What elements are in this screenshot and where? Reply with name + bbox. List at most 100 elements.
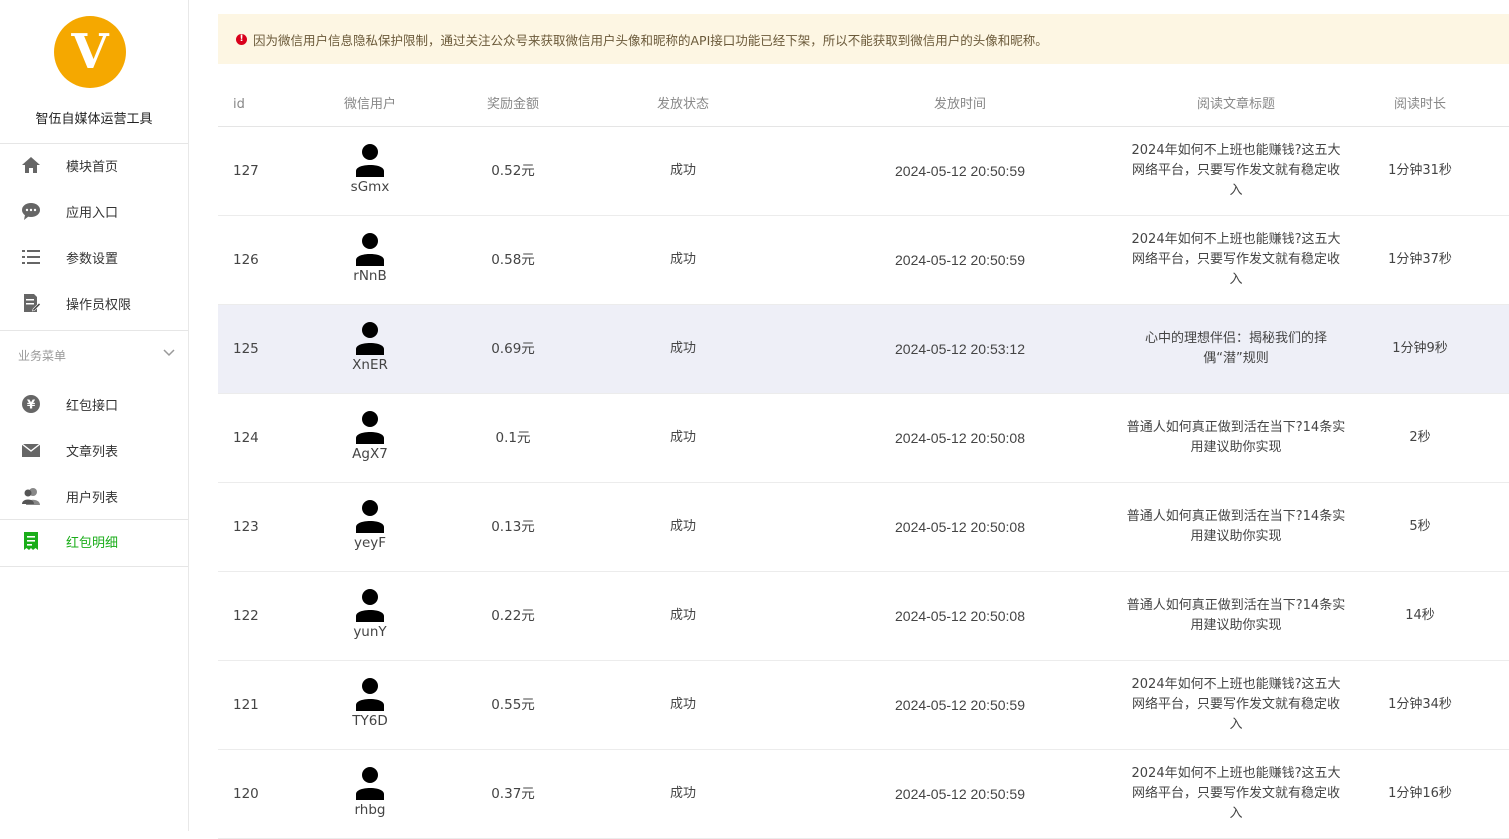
cell-status: 成功	[669, 430, 696, 445]
cell-time: 2024-05-12 20:50:59	[895, 252, 1025, 268]
sidebar: V 智伍自媒体运营工具 模块首页 应用入口 参数设置 操作员权限 业务菜单 ¥ …	[0, 0, 189, 831]
cell-duration: 14秒	[1405, 608, 1435, 623]
cell-user: TY6D	[330, 677, 410, 729]
cell-duration: 2秒	[1409, 430, 1431, 445]
user-avatar-icon	[356, 678, 384, 711]
header-title[interactable]: 阅读文章标题	[1126, 84, 1346, 126]
cell-user: rhbg	[330, 766, 410, 818]
cell-article-title: 2024年如何不上班也能赚钱?这五大网络平台，只要写作发文就有稳定收入	[1126, 750, 1346, 838]
user-avatar-icon	[356, 144, 384, 177]
table-row[interactable]: 122 yunY 0.22元 成功 2024-05-12 20:50:08 普通…	[218, 572, 1509, 661]
cell-article-title: 普通人如何真正做到活在当下?14条实用建议助你实现	[1126, 483, 1346, 571]
cell-id: 127	[233, 163, 259, 179]
sidebar-item-label: 红包明细	[66, 535, 119, 551]
cell-amount: 0.58元	[491, 252, 535, 268]
table-row[interactable]: 120 rhbg 0.37元 成功 2024-05-12 20:50:59 20…	[218, 750, 1509, 839]
divider	[0, 143, 188, 144]
sidebar-item-redpacket-details[interactable]: 红包明细	[0, 521, 188, 561]
app-name: 智伍自媒体运营工具	[35, 112, 153, 127]
table-row[interactable]: 127 sGmx 0.52元 成功 2024-05-12 20:50:59 20…	[218, 127, 1509, 216]
section-title: 业务菜单	[18, 349, 67, 363]
username: TY6D	[352, 713, 388, 729]
notice-banner: ! 因为微信用户信息隐私保护限制，通过关注公众号来获取微信用户头像和昵称的API…	[218, 14, 1509, 64]
redpacket-table: id 微信用户 奖励金额 发放状态 发放时间 阅读文章标题 阅读时长 127 s…	[218, 84, 1509, 839]
divider	[0, 330, 188, 331]
cell-amount: 0.1元	[495, 430, 531, 446]
user-avatar-icon	[356, 589, 384, 622]
cell-status: 成功	[669, 163, 696, 178]
yen-icon: ¥	[20, 393, 42, 415]
user-avatar-icon	[356, 322, 384, 355]
cell-status: 成功	[669, 341, 696, 356]
article-title-text: 心中的理想伴侣：揭秘我们的择偶“潜”规则	[1144, 331, 1327, 366]
article-title-text: 普通人如何真正做到活在当下?14条实用建议助你实现	[1126, 420, 1346, 455]
sidebar-item-home[interactable]: 模块首页	[0, 145, 188, 185]
header-time[interactable]: 发放时间	[860, 84, 1060, 126]
sidebar-item-operator-permissions[interactable]: 操作员权限	[0, 283, 188, 323]
cell-article-title: 心中的理想伴侣：揭秘我们的择偶“潜”规则	[1126, 305, 1346, 393]
sidebar-item-label: 文章列表	[66, 444, 119, 460]
sidebar-item-redpacket-api[interactable]: ¥ 红包接口	[0, 384, 188, 424]
sidebar-item-label: 用户列表	[66, 490, 119, 506]
user-avatar-icon	[356, 233, 384, 266]
cell-id: 126	[233, 252, 259, 268]
header-duration[interactable]: 阅读时长	[1370, 84, 1470, 126]
header-amount[interactable]: 奖励金额	[463, 84, 563, 126]
header-id[interactable]: id	[233, 84, 245, 126]
table-body: 127 sGmx 0.52元 成功 2024-05-12 20:50:59 20…	[218, 127, 1509, 839]
article-title-text: 2024年如何不上班也能赚钱?这五大网络平台，只要写作发文就有稳定收入	[1131, 677, 1341, 732]
sidebar-item-app-entry[interactable]: 应用入口	[0, 191, 188, 231]
cell-status: 成功	[669, 252, 696, 267]
cell-user: sGmx	[330, 143, 410, 195]
cell-id: 121	[233, 697, 259, 713]
table-row[interactable]: 124 AgX7 0.1元 成功 2024-05-12 20:50:08 普通人…	[218, 394, 1509, 483]
cell-article-title: 普通人如何真正做到活在当下?14条实用建议助你实现	[1126, 394, 1346, 482]
sidebar-item-label: 红包接口	[66, 398, 119, 414]
sidebar-item-label: 操作员权限	[66, 297, 132, 313]
cell-amount: 0.55元	[491, 697, 535, 713]
cell-user: rNnB	[330, 232, 410, 284]
article-title-text: 普通人如何真正做到活在当下?14条实用建议助你实现	[1126, 598, 1346, 633]
cell-article-title: 2024年如何不上班也能赚钱?这五大网络平台，只要写作发文就有稳定收入	[1126, 127, 1346, 215]
cell-time: 2024-05-12 20:50:59	[895, 697, 1025, 713]
article-title-text: 普通人如何真正做到活在当下?14条实用建议助你实现	[1126, 509, 1346, 544]
sidebar-item-label: 参数设置	[66, 251, 119, 267]
receipt-icon	[20, 530, 42, 552]
chevron-down-icon[interactable]	[162, 344, 176, 363]
user-avatar-icon	[356, 411, 384, 444]
app-logo: V	[54, 16, 126, 88]
cell-id: 125	[233, 341, 259, 357]
table-row[interactable]: 126 rNnB 0.58元 成功 2024-05-12 20:50:59 20…	[218, 216, 1509, 305]
table-row[interactable]: 121 TY6D 0.55元 成功 2024-05-12 20:50:59 20…	[218, 661, 1509, 750]
mail-icon	[20, 439, 42, 461]
cell-id: 124	[233, 430, 259, 446]
cell-amount: 0.69元	[491, 341, 535, 357]
list-settings-icon	[20, 246, 42, 268]
cell-user: yunY	[330, 588, 410, 640]
divider	[0, 519, 188, 520]
cell-duration: 1分钟16秒	[1388, 786, 1452, 801]
article-title-text: 2024年如何不上班也能赚钱?这五大网络平台，只要写作发文就有稳定收入	[1131, 232, 1341, 287]
header-user[interactable]: 微信用户	[330, 84, 410, 126]
cell-article-title: 2024年如何不上班也能赚钱?这五大网络平台，只要写作发文就有稳定收入	[1126, 661, 1346, 749]
sidebar-item-users[interactable]: 用户列表	[0, 476, 188, 516]
cell-article-title: 2024年如何不上班也能赚钱?这五大网络平台，只要写作发文就有稳定收入	[1126, 216, 1346, 304]
cell-amount: 0.52元	[491, 163, 535, 179]
cell-user: yeyF	[330, 499, 410, 551]
cell-amount: 0.37元	[491, 786, 535, 802]
header-status[interactable]: 发放状态	[643, 84, 723, 126]
alert-icon: !	[236, 33, 247, 45]
sidebar-item-settings[interactable]: 参数设置	[0, 237, 188, 277]
table-row[interactable]: 123 yeyF 0.13元 成功 2024-05-12 20:50:08 普通…	[218, 483, 1509, 572]
username: XnER	[352, 357, 388, 373]
table-row[interactable]: 125 XnER 0.69元 成功 2024-05-12 20:53:12 心中…	[218, 305, 1509, 394]
svg-text:¥: ¥	[27, 398, 36, 412]
chat-icon	[20, 200, 42, 222]
sidebar-item-articles[interactable]: 文章列表	[0, 430, 188, 470]
username: rNnB	[353, 268, 387, 284]
cell-duration: 1分钟37秒	[1388, 252, 1452, 267]
cell-time: 2024-05-12 20:50:08	[895, 608, 1025, 624]
cell-duration: 5秒	[1409, 519, 1431, 534]
cell-time: 2024-05-12 20:50:59	[895, 163, 1025, 179]
cell-user: XnER	[330, 321, 410, 373]
